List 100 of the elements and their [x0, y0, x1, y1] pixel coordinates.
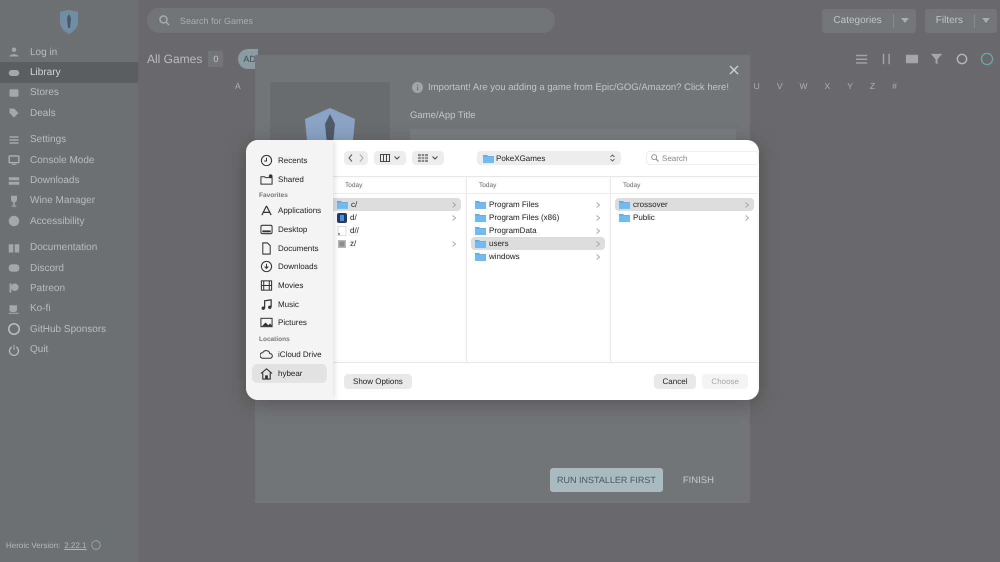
nav-item[interactable]: Wine Manager: [0, 190, 138, 212]
sidebar-item[interactable]: Music: [252, 294, 327, 314]
sidebar-item[interactable]: Desktop: [252, 220, 327, 239]
filter-icon[interactable]: [930, 52, 944, 66]
shared-folder-icon: [260, 172, 273, 186]
search-field[interactable]: Search for Games: [147, 8, 555, 33]
folder-icon: [475, 252, 486, 261]
stepper-icon: [610, 154, 615, 162]
nav-item[interactable]: Quit: [0, 339, 138, 360]
file-item[interactable]: d//: [333, 224, 461, 237]
sidebar-item[interactable]: iCloud Drive: [252, 345, 327, 364]
sidebar-item[interactable]: Movies: [252, 276, 327, 295]
shield-logo: [59, 10, 79, 34]
sidebar-item[interactable]: Documents: [252, 238, 327, 258]
folder-icon: [337, 200, 348, 209]
letter-link[interactable]: V: [776, 81, 782, 91]
search-field[interactable]: Search: [646, 151, 759, 165]
chevron-icon: [596, 240, 600, 246]
folder-icon: [483, 154, 494, 162]
file-item[interactable]: Public: [615, 211, 754, 224]
letter-link[interactable]: U: [754, 81, 760, 91]
film-icon: [260, 278, 273, 292]
monitor-icon: [8, 154, 20, 166]
nav-item[interactable]: Console Mode: [0, 150, 138, 170]
chevron-icon: [452, 240, 456, 246]
folder-icon: [475, 213, 486, 222]
folder-icon: [475, 239, 486, 248]
list-icon[interactable]: [855, 52, 869, 66]
show-options-button[interactable]: Show Options: [344, 374, 412, 389]
add-game-button[interactable]: AD: [238, 49, 258, 69]
nav-item[interactable]: Accessibility: [0, 211, 138, 232]
sidebar-item[interactable]: hybear: [252, 364, 327, 383]
glass-icon: [8, 194, 20, 207]
sidebar-item[interactable]: Pictures: [252, 314, 327, 332]
nav-item[interactable]: Log in: [0, 42, 138, 62]
nav-item[interactable]: Patreon: [0, 278, 138, 299]
nav-item[interactable]: Deals: [0, 103, 138, 124]
folder-icon: [619, 213, 630, 222]
nav-item[interactable]: GitHub Sponsors: [0, 319, 138, 340]
grid-icon: [418, 154, 428, 162]
cloud-icon: [260, 348, 273, 362]
document-icon: [260, 242, 273, 255]
file-item[interactable]: ProgramData: [471, 224, 605, 237]
column-view-button[interactable]: [374, 151, 406, 165]
picture-icon: [260, 316, 273, 330]
location-popup[interactable]: PokeXGames: [477, 151, 621, 165]
file-item[interactable]: windows: [471, 250, 605, 263]
card-icon[interactable]: [905, 52, 919, 66]
sidebar-item[interactable]: Shared: [252, 170, 327, 188]
file-item[interactable]: Program Files: [471, 198, 605, 211]
letter-link[interactable]: W: [799, 81, 808, 91]
file-item[interactable]: d/: [333, 211, 461, 224]
letter-link[interactable]: Z: [870, 81, 876, 91]
forward-icon[interactable]: [359, 154, 364, 162]
nav-item[interactable]: Settings: [0, 130, 138, 150]
categories-dropdown[interactable]: Categories: [822, 8, 916, 32]
filters-dropdown[interactable]: Filters: [924, 8, 997, 32]
nav-item[interactable]: Library: [0, 62, 138, 83]
sidebar-item[interactable]: Recents: [252, 151, 327, 170]
cancel-button[interactable]: Cancel: [654, 374, 696, 389]
letter-link[interactable]: X: [824, 81, 830, 91]
file-item[interactable]: crossover: [615, 198, 754, 211]
caret-icon: [394, 156, 400, 160]
letter-link[interactable]: Y: [847, 81, 853, 91]
nav-item[interactable]: Ko-fi: [0, 298, 138, 320]
version-link[interactable]: 2.22.1: [64, 540, 86, 550]
run-installer-button[interactable]: RUN INSTALLER FIRST: [550, 468, 663, 492]
grid-view-button[interactable]: [412, 151, 444, 165]
file-item[interactable]: users: [471, 237, 605, 250]
cup-icon: [8, 302, 20, 315]
chevron-icon: [745, 202, 749, 208]
sliders-icon: [8, 134, 20, 146]
nav-item[interactable]: Documentation: [0, 238, 138, 258]
game-count: 0: [208, 51, 224, 67]
chevron-icon: [452, 214, 456, 220]
power-icon: [8, 344, 20, 356]
caret-icon: [900, 18, 909, 23]
folder-icon: [619, 200, 630, 209]
nav-item[interactable]: Downloads: [0, 170, 138, 191]
letter-link[interactable]: A: [235, 81, 241, 91]
close-icon[interactable]: [729, 65, 739, 75]
caret-icon: [982, 18, 990, 23]
folder-icon: [475, 200, 486, 209]
file-item[interactable]: c/: [333, 198, 461, 211]
finish-button[interactable]: FINISH: [680, 474, 716, 486]
file-item[interactable]: Program Files (x86): [471, 211, 605, 224]
letter-link[interactable]: #: [892, 81, 897, 91]
applications-icon: [260, 204, 273, 218]
sidebar-item[interactable]: Applications: [252, 201, 327, 220]
clock-icon: [260, 154, 273, 167]
back-icon[interactable]: [348, 154, 353, 162]
user-icon: [8, 46, 20, 58]
import-notice-link[interactable]: Important! Are you adding a game from Epic/GOG/Amazon? Click here!: [428, 82, 729, 93]
file-item[interactable]: z/: [333, 237, 461, 250]
desktop-icon: [260, 222, 273, 236]
chevron-icon: [452, 202, 456, 208]
search-icon: [159, 15, 170, 26]
nav-item[interactable]: Discord: [0, 258, 138, 278]
nav-item[interactable]: Stores: [0, 82, 138, 104]
sidebar-item[interactable]: Downloads: [252, 257, 327, 276]
